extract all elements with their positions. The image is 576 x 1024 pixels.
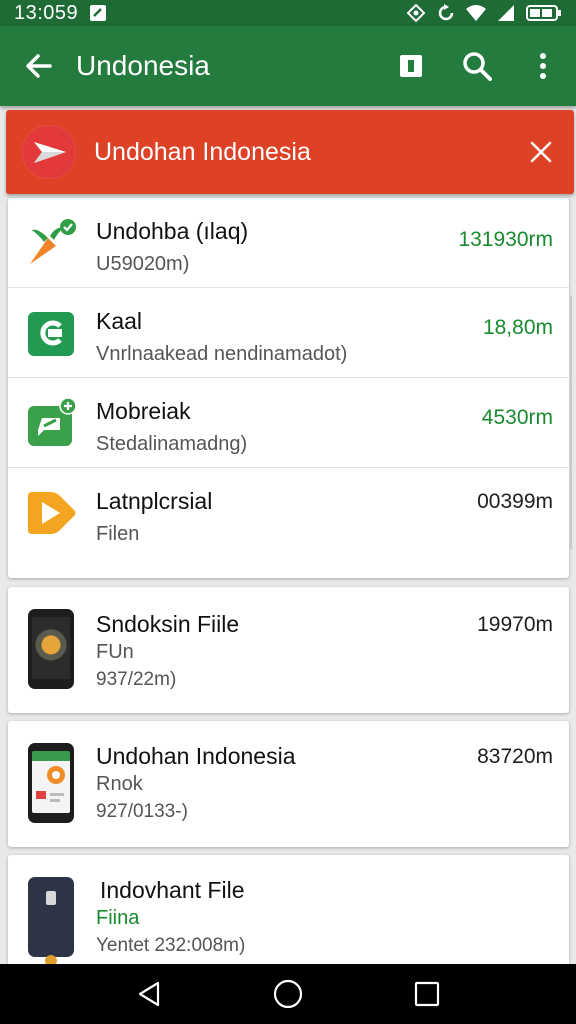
- close-icon: [530, 141, 552, 163]
- app-row[interactable]: Undohba (ılaq) U59020m) 131930rm: [8, 198, 569, 288]
- app-size: 00399m: [477, 490, 553, 513]
- arrow-back-icon: [26, 54, 52, 78]
- signal-icon: [498, 5, 514, 21]
- message-app-icon: [28, 398, 76, 446]
- file-type: FUn: [96, 641, 134, 663]
- notification-icon: [90, 5, 107, 21]
- nav-recents-icon: [414, 981, 439, 1007]
- status-time: 13:059: [14, 1, 79, 24]
- app-subtitle: Vnrlnaakead nendinamadot): [96, 343, 348, 365]
- app-name: Undohba (ılaq): [96, 218, 249, 244]
- page-title: Undonesia: [76, 50, 210, 81]
- search-button[interactable]: [444, 26, 510, 106]
- banner-close-button[interactable]: [508, 110, 574, 194]
- nfc-icon: [406, 4, 426, 22]
- file-size: 83720m: [477, 745, 553, 768]
- banner-logo-icon: [22, 125, 76, 179]
- file-size: 19970m: [477, 613, 553, 636]
- file-card[interactable]: Undohan Indonesia Rnok 927/0133-) 83720m: [8, 721, 569, 847]
- app-name: Latnplcrsial: [96, 488, 213, 514]
- app-row[interactable]: Latnplcrsial Filen 00399m: [8, 468, 569, 558]
- file-meta: Yentet 232:008m): [96, 935, 246, 956]
- banner-title: Undohan Indonesia: [94, 137, 311, 166]
- app-size: 131930rm: [458, 228, 553, 251]
- back-button[interactable]: [0, 26, 76, 106]
- more-vert-icon: [540, 53, 546, 79]
- file-name: Indovhant File: [100, 877, 245, 903]
- app-bar: Undonesia: [0, 26, 576, 106]
- wifi-icon: [466, 5, 486, 21]
- sd-card-icon: [400, 55, 422, 77]
- nav-recents-button[interactable]: [397, 964, 457, 1024]
- overflow-menu-button[interactable]: [510, 26, 576, 106]
- app-subtitle: U59020m): [96, 253, 190, 275]
- refresh-app-icon: [28, 312, 74, 356]
- file-type: Fiina: [96, 907, 140, 929]
- battery-icon: [526, 5, 561, 21]
- phone-thumbnail-icon: [28, 609, 74, 689]
- carrot-app-icon: [30, 219, 76, 264]
- play-app-icon: [28, 492, 76, 534]
- file-meta: 937/22m): [96, 669, 177, 690]
- app-row[interactable]: Kaal Vnrlnaakead nendinamadot) 18,80m: [8, 288, 569, 378]
- app-size: 4530rm: [481, 406, 553, 429]
- app-name: Kaal: [96, 308, 143, 334]
- status-bar: 13:059: [0, 0, 576, 26]
- sd-card-button[interactable]: [378, 26, 444, 106]
- phone-thumbnail-icon: [28, 743, 74, 823]
- promo-banner[interactable]: Undohan Indonesia: [6, 110, 574, 194]
- nav-home-button[interactable]: [258, 964, 318, 1024]
- file-card[interactable]: Indovhant File Fiina Yentet 232:008m): [8, 855, 569, 975]
- file-type: Rnok: [96, 773, 143, 795]
- app-name: Mobreiak: [96, 398, 191, 424]
- file-name: Undohan Indonesia: [96, 743, 296, 769]
- nav-back-icon: [139, 981, 160, 1007]
- app-size: 18,80m: [482, 316, 553, 339]
- app-subtitle: Filen: [96, 523, 140, 545]
- file-name: Sndoksin Fiile: [96, 611, 240, 637]
- app-row[interactable]: Mobreiak Stedalinamadng) 4530rm: [8, 378, 569, 468]
- apps-card: Undohba (ılaq) U59020m) 131930rm Kaal Vn…: [8, 198, 569, 578]
- file-card[interactable]: Sndoksin Fiile FUn 937/22m) 19970m: [8, 587, 569, 713]
- search-icon: [463, 52, 492, 81]
- file-meta: 927/0133-): [96, 801, 188, 822]
- app-subtitle: Stedalinamadng): [96, 433, 248, 455]
- phone-thumbnail-icon: [28, 877, 74, 967]
- nav-back-button[interactable]: [119, 964, 179, 1024]
- navigation-bar: [0, 964, 576, 1024]
- scroll-indicator: [570, 295, 576, 550]
- sync-icon: [438, 4, 454, 21]
- nav-home-icon: [273, 979, 303, 1009]
